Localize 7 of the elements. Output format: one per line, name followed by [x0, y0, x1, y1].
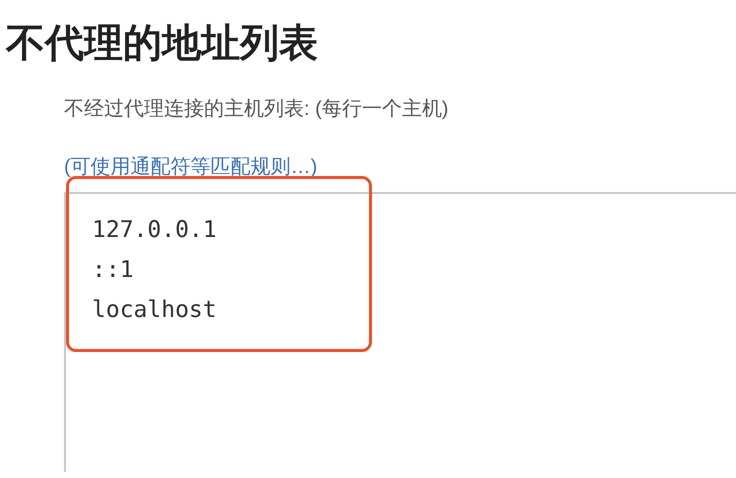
- host-list-field[interactable]: 127.0.0.1 ::1 localhost: [64, 192, 736, 472]
- description-text: 不经过代理连接的主机列表: (每行一个主机): [64, 97, 448, 122]
- host-entry: ::1: [92, 256, 134, 285]
- host-entry: 127.0.0.1: [92, 216, 217, 245]
- host-entry: localhost: [92, 296, 217, 325]
- wildcard-rules-link[interactable]: (可使用通配符等匹配规则…): [64, 152, 318, 182]
- page-heading: 不代理的地址列表: [6, 21, 318, 67]
